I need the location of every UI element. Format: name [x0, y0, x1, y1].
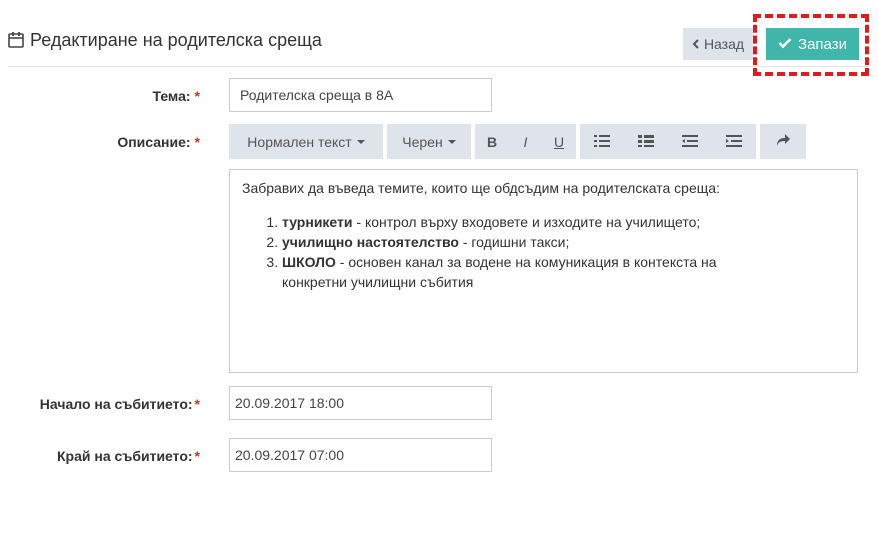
redo-button[interactable]: [760, 124, 806, 159]
list-item-text: - контрол върху входовете и изходите на …: [352, 214, 701, 230]
list-item: училищно настоятелство - годишни такси;: [282, 232, 845, 252]
outdent-icon: [682, 134, 698, 150]
topics-list: турникети - контрол върху входовете и из…: [242, 212, 845, 292]
required-marker: *: [194, 448, 200, 464]
ordered-list-icon: [594, 134, 610, 150]
underline-button[interactable]: U: [542, 124, 576, 159]
description-editor[interactable]: Забравих да въведа темите, които ще обдс…: [229, 169, 858, 373]
header-divider: [8, 66, 870, 67]
check-icon: [778, 36, 792, 53]
page-header: Редактиране на родителска среща: [8, 30, 322, 51]
caret-down-icon: [447, 139, 456, 144]
indent-button[interactable]: [712, 124, 756, 159]
calendar-icon: [8, 31, 24, 51]
description-label-text: Описание:: [117, 134, 191, 150]
topic-label: Тема: *: [60, 88, 200, 104]
bold-button[interactable]: B: [475, 124, 509, 159]
list-item-bold: училищно настоятелство: [282, 234, 459, 250]
back-button-label: Назад: [703, 36, 745, 52]
end-label: Край на събитието: *: [10, 448, 200, 464]
color-dropdown[interactable]: Черен: [387, 124, 471, 159]
list-group: [580, 124, 756, 159]
text-style-group: B I U: [475, 124, 576, 159]
unordered-list-button[interactable]: [624, 124, 668, 159]
description-label: Описание: *: [60, 134, 200, 150]
italic-button[interactable]: I: [509, 124, 542, 159]
end-datetime-input[interactable]: 20.09.2017 07:00: [229, 438, 492, 472]
list-item-bold: турникети: [282, 214, 353, 230]
page-title: Редактиране на родителска среща: [30, 30, 322, 50]
start-datetime-value: 20.09.2017 18:00: [235, 395, 344, 411]
save-button-label: Запази: [798, 35, 847, 53]
topic-input[interactable]: Родителска среща в 8А: [229, 78, 492, 112]
start-label-text: Начало на събитието:: [39, 396, 193, 412]
start-label: Начало на събитието: *: [10, 396, 200, 412]
indent-icon: [726, 134, 742, 150]
end-label-text: Край на събитието:: [57, 448, 193, 464]
format-dropdown[interactable]: Нормален текст: [229, 124, 383, 159]
list-item-text: - основен канал за водене на комуникация…: [282, 254, 717, 290]
required-marker: *: [194, 134, 200, 150]
required-marker: *: [194, 88, 200, 104]
list-item: турникети - контрол върху входовете и из…: [282, 212, 845, 232]
back-button[interactable]: Назад: [683, 28, 753, 60]
list-item: ШКОЛО - основен канал за водене на комун…: [282, 252, 845, 292]
redo-group: [760, 124, 806, 159]
list-item-text: - годишни такси;: [458, 234, 570, 250]
redo-icon: [775, 133, 791, 150]
editor-intro: Забравих да въведа темите, които ще обдс…: [242, 180, 720, 196]
unordered-list-icon: [638, 134, 654, 150]
color-dropdown-label: Черен: [402, 133, 443, 150]
outdent-button[interactable]: [668, 124, 712, 159]
ordered-list-button[interactable]: [580, 124, 624, 159]
list-item-bold: ШКОЛО: [282, 254, 336, 270]
required-marker: *: [194, 396, 200, 412]
start-datetime-input[interactable]: 20.09.2017 18:00: [229, 386, 492, 420]
topic-label-text: Тема:: [152, 88, 191, 104]
format-dropdown-label: Нормален текст: [247, 133, 352, 150]
end-datetime-value: 20.09.2017 07:00: [235, 447, 344, 463]
topic-input-value: Родителска среща в 8А: [240, 87, 394, 103]
editor-toolbar: Нормален текст Черен B I U: [229, 124, 806, 159]
save-button[interactable]: Запази: [766, 28, 859, 60]
chevron-left-icon: [692, 36, 700, 52]
caret-down-icon: [356, 139, 365, 144]
